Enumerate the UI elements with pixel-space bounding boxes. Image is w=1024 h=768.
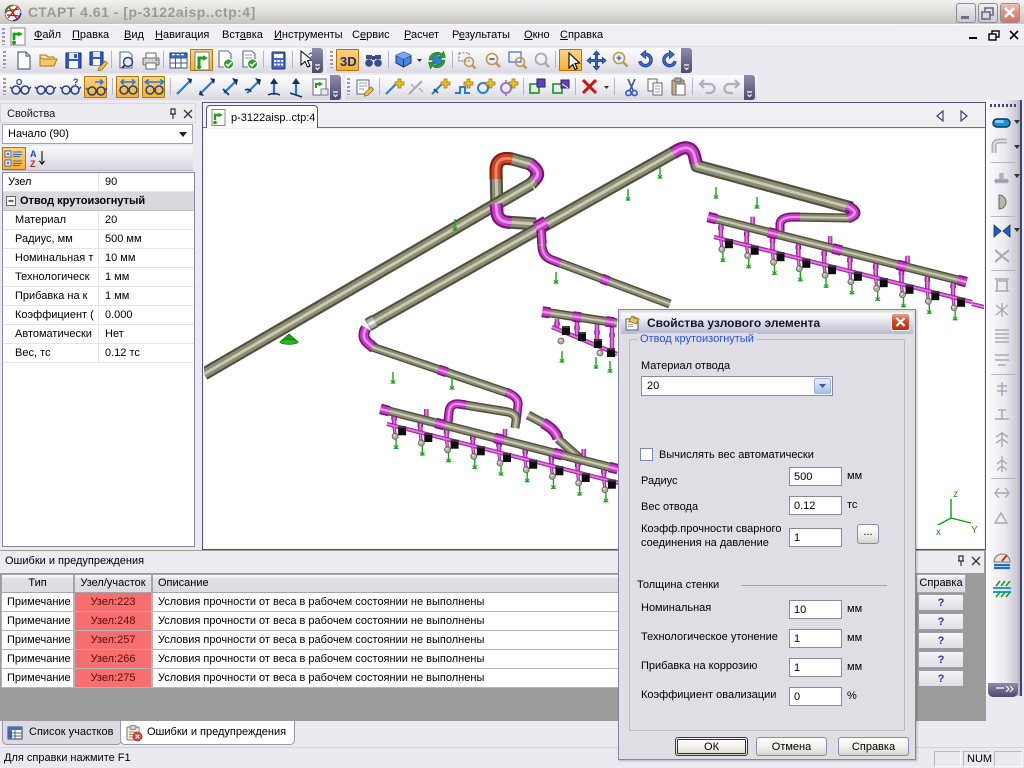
- svg-text:3D: 3D: [340, 54, 357, 69]
- svg-text:z: z: [953, 489, 958, 500]
- svg-text:?: ?: [73, 77, 79, 87]
- svg-text:A: A: [30, 149, 37, 159]
- svg-text:x: x: [936, 527, 941, 538]
- svg-text:O: O: [16, 78, 22, 87]
- svg-text:Z: Z: [30, 159, 36, 169]
- svg-text:Y: Y: [971, 525, 978, 536]
